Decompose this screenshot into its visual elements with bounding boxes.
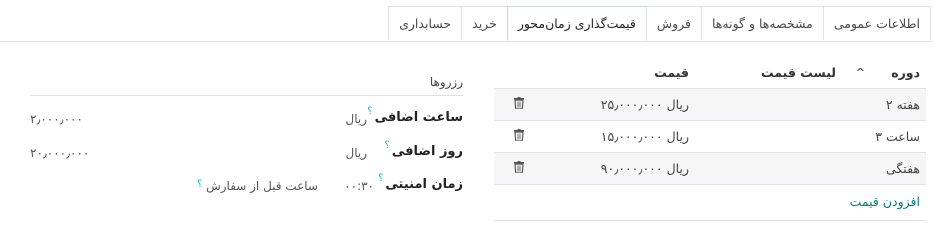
extra-hour-currency: ریال [345, 112, 367, 126]
extra-day-label: روز اضافی ؟ [384, 140, 463, 159]
extra-hour-input[interactable]: ۲٫۰۰۰٫۰۰۰ [30, 112, 83, 126]
extra-day-currency: ریال [345, 146, 367, 160]
tab-sales[interactable]: فروش [645, 6, 702, 40]
col-pricelist[interactable]: لیست قیمت [761, 65, 836, 80]
notebook-tabs: اطلاعات عمومی مشخصه‌ها و گونه‌ها فروش قی… [0, 0, 933, 42]
sort-chevron-up-icon[interactable]: ^ [856, 66, 865, 79]
extra-hour-row: ساعت اضافی ؟ ریال ۲٫۰۰۰٫۰۰۰ [30, 106, 463, 134]
security-time-label: زمان امنیتی ؟ [378, 173, 463, 192]
extra-day-input[interactable]: ۲۰٫۰۰۰٫۰۰۰ [30, 146, 89, 160]
table-row[interactable]: ۲ هفته ریال ۲۵٫۰۰۰٫۰۰۰ [494, 89, 926, 121]
row-price[interactable]: ریال ۱۵٫۰۰۰٫۰۰۰ [601, 129, 689, 144]
help-icon[interactable]: ؟ [367, 106, 372, 117]
tab-purchase[interactable]: خرید [461, 6, 508, 40]
divider [494, 220, 926, 221]
tab-general-info[interactable]: اطلاعات عمومی [822, 6, 931, 40]
table-header: دوره ^ لیست قیمت قیمت [494, 56, 926, 89]
security-time-unit: ساعت قبل از سفارش ؟ [196, 179, 318, 193]
trash-icon[interactable] [514, 161, 524, 173]
row-price[interactable]: ریال ۲۵٫۰۰۰٫۰۰۰ [601, 97, 689, 112]
add-price-link[interactable]: افزودن قیمت [850, 194, 920, 209]
extra-hour-label: ساعت اضافی ؟ [367, 106, 463, 125]
trash-icon[interactable] [514, 97, 524, 109]
table-row[interactable]: ۳ ساعت ریال ۱۵٫۰۰۰٫۰۰۰ [494, 121, 926, 153]
security-time-input[interactable]: ۰۰:۳۰ [344, 179, 374, 193]
row-period[interactable]: ۳ ساعت [875, 129, 920, 144]
help-icon[interactable]: ؟ [385, 140, 390, 151]
help-icon[interactable]: ؟ [378, 173, 383, 184]
tab-accounting[interactable]: حسابداری [388, 6, 463, 40]
divider [30, 95, 463, 96]
table-row[interactable]: هفتگی ریال ۹۰٫۰۰۰٫۰۰۰ [494, 153, 926, 185]
row-period[interactable]: هفتگی [886, 161, 920, 176]
tab-attributes-variants[interactable]: مشخصه‌ها و گونه‌ها [701, 6, 824, 40]
row-period[interactable]: ۲ هفته [886, 97, 920, 112]
row-price[interactable]: ریال ۹۰٫۰۰۰٫۰۰۰ [601, 161, 689, 176]
extra-day-row: روز اضافی ؟ ریال ۲۰٫۰۰۰٫۰۰۰ [30, 140, 463, 168]
tab-list: اطلاعات عمومی مشخصه‌ها و گونه‌ها فروش قی… [388, 6, 931, 41]
col-price[interactable]: قیمت [654, 65, 689, 80]
help-icon[interactable]: ؟ [197, 179, 202, 190]
tab-time-based-pricing[interactable]: قیمت‌گذاری زمان‌محور [506, 6, 647, 41]
col-period[interactable]: دوره [891, 65, 920, 80]
security-time-row: زمان امنیتی ؟ ۰۰:۳۰ ساعت قبل از سفارش ؟ [30, 173, 463, 201]
trash-icon[interactable] [514, 129, 524, 141]
reservations-title: رزروها [429, 75, 463, 89]
